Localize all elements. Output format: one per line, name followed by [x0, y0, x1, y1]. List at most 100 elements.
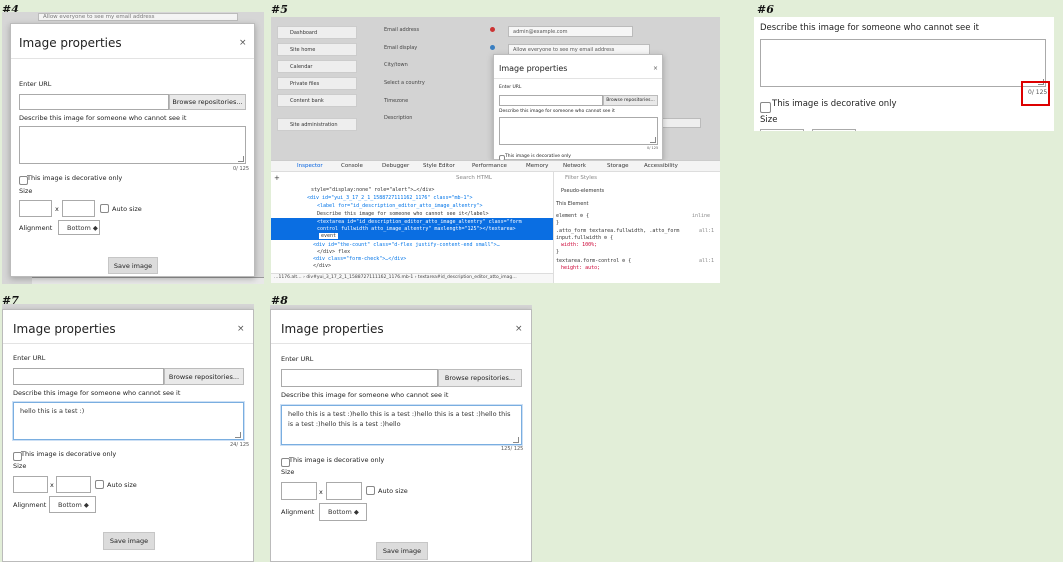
markup-divider [553, 172, 554, 283]
code-line[interactable]: <div class="form-check">…</div> [313, 256, 406, 262]
sidebar-item-private-files[interactable]: Private files [277, 77, 357, 90]
alignment-label: Alignment [19, 224, 53, 232]
url-input[interactable] [281, 369, 438, 387]
auto-size-checkbox[interactable] [95, 480, 104, 489]
size-label: Size [19, 187, 33, 195]
alt-text-textarea[interactable] [499, 117, 658, 145]
close-icon[interactable]: × [239, 38, 247, 48]
height-input-partial[interactable] [812, 129, 856, 131]
devtools-tab-memory[interactable]: Memory [526, 163, 548, 169]
alignment-select[interactable]: Bottom ◆ [49, 496, 96, 513]
devtools-tabbar: Inspector Console Debugger Style Editor … [271, 161, 720, 172]
devtools-tab-console[interactable]: Console [341, 163, 363, 169]
decorative-checkbox[interactable] [760, 102, 771, 113]
sidebar-item-site-home[interactable]: Site home [277, 43, 357, 56]
alt-text-textarea[interactable] [760, 39, 1046, 87]
enter-url-label: Enter URL [13, 354, 46, 362]
resize-grip-icon[interactable] [235, 432, 241, 438]
code-line[interactable]: </div> flex [317, 249, 350, 255]
browse-repositories-button[interactable]: Browse repositories... [164, 368, 244, 385]
devtools-tab-debugger[interactable]: Debugger [382, 163, 409, 169]
describe-label: Describe this image for someone who cann… [13, 389, 181, 397]
search-html-input[interactable]: Search HTML [456, 175, 492, 181]
code-line[interactable]: <label for="id_description_editor_atto_i… [317, 203, 483, 209]
dialog-title: Image properties [13, 322, 116, 336]
devtools-tab-storage[interactable]: Storage [607, 163, 629, 169]
height-input[interactable] [62, 200, 95, 217]
resize-grip-icon[interactable] [513, 437, 519, 443]
code-line[interactable]: <div id="yui_3_17_2_1_1588727111162_1176… [307, 195, 473, 201]
devtools-tab-style-editor[interactable]: Style Editor [423, 163, 455, 169]
resize-grip-icon[interactable] [238, 156, 244, 162]
resize-grip-icon[interactable] [650, 137, 656, 143]
css-line: width: 100%; [561, 242, 598, 248]
width-input[interactable] [19, 200, 52, 217]
css-line: } [556, 220, 560, 226]
devtools-tab-performance[interactable]: Performance [472, 163, 507, 169]
alt-text-textarea[interactable] [19, 126, 246, 164]
close-icon[interactable]: × [653, 65, 658, 72]
save-image-button[interactable]: Save image [103, 532, 155, 550]
panel-tag-5: #5 [271, 3, 288, 16]
css-source-tag[interactable]: all:1 [699, 258, 714, 264]
width-input[interactable] [281, 482, 317, 500]
filter-styles-input[interactable]: Filter Styles [565, 175, 597, 181]
code-line[interactable]: <div id="the-count" class="d-flex justif… [313, 242, 500, 248]
auto-size-label: Auto size [107, 481, 137, 489]
pseudo-elements-header[interactable]: Pseudo-elements [561, 188, 604, 194]
close-icon[interactable]: × [237, 324, 245, 334]
alignment-label: Alignment [13, 501, 47, 509]
code-line[interactable]: </div> [313, 263, 331, 269]
devtools-tab-inspector[interactable]: Inspector [297, 163, 323, 169]
auto-size-checkbox[interactable] [366, 486, 375, 495]
alt-text-textarea[interactable]: hello this is a test :)hello this is a t… [281, 405, 522, 445]
code-line-selected[interactable]: control fullwidth atto_image_altentry" m… [317, 226, 516, 232]
sidebar-item-calendar[interactable]: Calendar [277, 60, 357, 73]
devtools-tab-network[interactable]: Network [563, 163, 586, 169]
css-line: height: auto; [561, 265, 601, 271]
height-input[interactable] [56, 476, 91, 493]
code-line[interactable]: style="display:none" role="alert">…</div… [311, 187, 434, 193]
email-input[interactable]: admin@example.com [508, 26, 633, 37]
size-label: Size [13, 462, 27, 470]
screenshot-panel-6: Describe this image for someone who cann… [754, 17, 1054, 131]
css-line: } [556, 249, 560, 255]
url-input[interactable] [499, 95, 603, 106]
form-label-country: Select a country [384, 80, 425, 86]
devtools-tab-accessibility[interactable]: Accessibility [644, 163, 678, 169]
save-image-button[interactable]: Save image [108, 257, 158, 274]
dialog-divider [3, 343, 253, 344]
sidebar-item-content-bank[interactable]: Content bank [277, 94, 357, 107]
css-source-tag[interactable]: all:1 [699, 228, 714, 234]
alt-text-textarea[interactable]: hello this is a test :) [13, 402, 244, 440]
save-image-button[interactable]: Save image [376, 542, 428, 560]
markup-breadcrumb[interactable]: …1176.alt… › div#yui_3_17_2_1_1588727111… [274, 275, 517, 280]
sidebar-item-dashboard[interactable]: Dashboard [277, 26, 357, 39]
auto-size-checkbox[interactable] [100, 204, 109, 213]
decorative-label: This image is decorative only [772, 99, 897, 109]
enter-url-label: Enter URL [281, 355, 314, 363]
dialog-divider [11, 58, 254, 59]
screenshot-panel-8: Image properties × Enter URL Browse repo… [270, 305, 532, 562]
close-icon[interactable]: × [515, 324, 523, 334]
height-input[interactable] [326, 482, 362, 500]
describe-label: Describe this image for someone who cann… [760, 23, 979, 33]
width-input[interactable] [13, 476, 48, 493]
url-input[interactable] [13, 368, 164, 385]
code-line-selected[interactable]: <textarea id="id_description_editor_atto… [317, 219, 522, 225]
width-input-partial[interactable] [760, 129, 804, 131]
browse-repositories-button[interactable]: Browse repositories... [169, 94, 246, 110]
form-label-description: Description [384, 115, 413, 121]
event-badge[interactable]: event [319, 233, 339, 239]
url-input[interactable] [19, 94, 169, 110]
browse-repositories-button[interactable]: Browse repositories... [438, 369, 522, 387]
help-icon [490, 45, 495, 50]
code-line[interactable]: Describe this image for someone who cann… [317, 211, 489, 217]
alignment-select[interactable]: Bottom ◆ [319, 503, 367, 521]
sidebar-item-site-administration[interactable]: Site administration [277, 118, 357, 131]
css-line: input.fullwidth ⚙ { [556, 235, 614, 241]
enter-url-label: Enter URL [19, 80, 52, 88]
add-node-icon[interactable]: + [274, 174, 280, 182]
alignment-select[interactable]: Bottom ◆ [58, 220, 100, 235]
browse-repositories-button[interactable]: Browse repositories... [603, 95, 658, 106]
